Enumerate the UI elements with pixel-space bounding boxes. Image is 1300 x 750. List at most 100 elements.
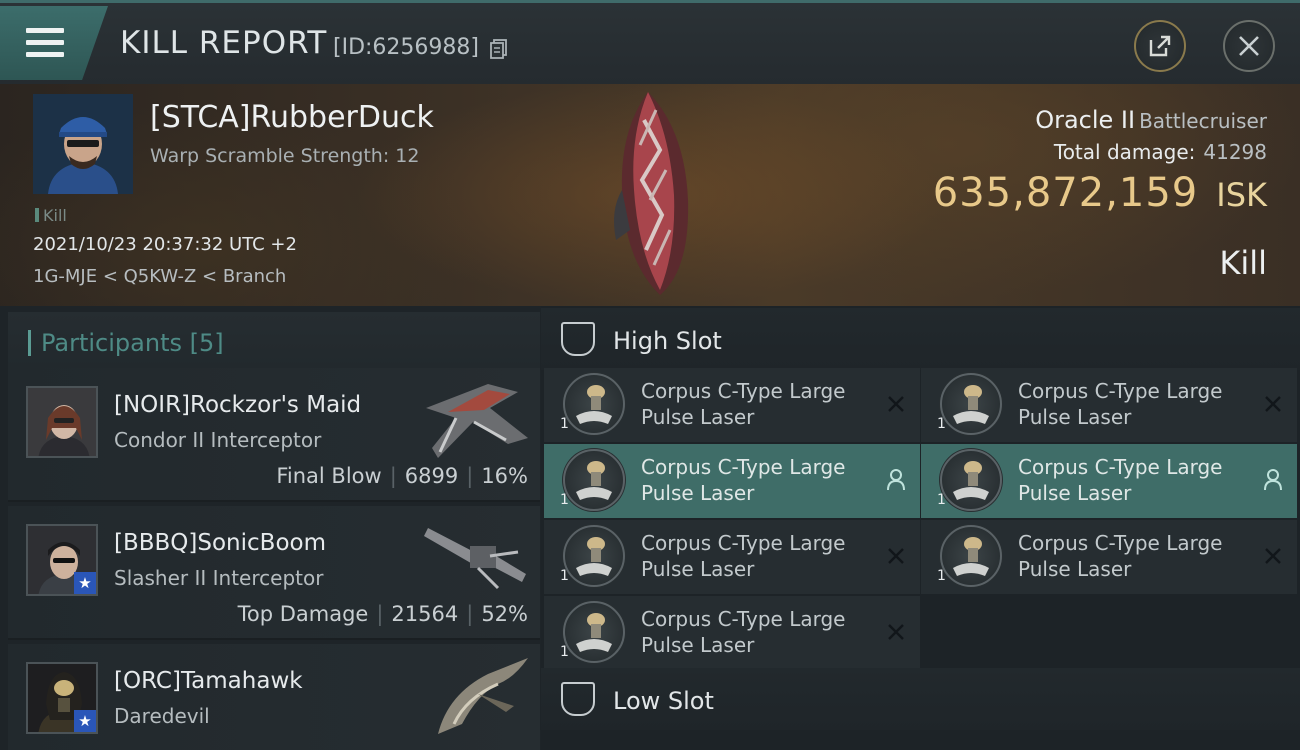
- module-quantity: 1: [560, 492, 569, 508]
- report-id: [ID:6256988]: [333, 35, 479, 60]
- kill-datetime: 2021/10/23 20:37:32 UTC +2: [33, 234, 297, 255]
- victim-ship-line: Oracle II Battlecruiser: [1035, 106, 1267, 134]
- participant-ship: Slasher II Interceptor: [114, 566, 324, 590]
- destroyed-x-icon: [1261, 544, 1285, 568]
- participant-percent: 52%: [481, 602, 528, 626]
- participants-header: Participants [5]: [8, 312, 540, 368]
- victim-name[interactable]: [STCA]RubberDuck: [150, 100, 434, 135]
- menu-button[interactable]: [0, 6, 108, 80]
- participant-name[interactable]: [BBBQ]SonicBoom: [114, 530, 326, 556]
- participant-stats: Final Blow | 6899 | 16%: [276, 464, 528, 488]
- dropped-person-icon: [884, 468, 908, 492]
- total-damage-value: 41298: [1203, 140, 1267, 164]
- module-quantity: 1: [560, 416, 569, 432]
- star-badge-icon: ★: [74, 572, 96, 594]
- isk-value: 635,872,159: [932, 170, 1199, 216]
- module-name: Corpus C-Type Large Pulse Laser: [641, 606, 871, 658]
- close-button[interactable]: [1223, 20, 1275, 72]
- pulse-laser-icon: [562, 372, 626, 436]
- participant-row[interactable]: ★ [BBBQ]SonicBoom Slasher II Interceptor…: [8, 506, 540, 640]
- participant-ship: Daredevil: [114, 704, 210, 728]
- module-name: Corpus C-Type Large Pulse Laser: [641, 378, 871, 430]
- module-name-line1: Corpus C-Type Large: [1018, 379, 1223, 403]
- module-name-line1: Corpus C-Type Large: [1018, 455, 1223, 479]
- participant-ship-image: [438, 658, 528, 734]
- module-name: Corpus C-Type Large Pulse Laser: [641, 530, 871, 582]
- module-name-line1: Corpus C-Type Large: [641, 379, 846, 403]
- low-slot-label: Low Slot: [613, 687, 714, 715]
- low-slot-header: Low Slot: [541, 668, 1300, 730]
- participant-percent: 16%: [481, 464, 528, 488]
- victim-banner: [STCA]RubberDuck Warp Scramble Strength:…: [0, 84, 1300, 306]
- share-button[interactable]: [1134, 20, 1186, 72]
- participants-header-accent: [28, 330, 31, 356]
- share-icon: [1149, 35, 1171, 57]
- victim-ship-name[interactable]: Oracle II: [1035, 106, 1135, 134]
- kill-location[interactable]: 1G-MJE < Q5KW-Z < Branch: [33, 266, 286, 287]
- participant-avatar[interactable]: ★: [26, 524, 98, 596]
- participant-name[interactable]: [NOIR]Rockzor's Maid: [114, 392, 361, 418]
- header-bar: KILL REPORT [ID:6256988]: [0, 0, 1300, 84]
- pulse-laser-icon: [562, 448, 626, 512]
- participant-damage: 6899: [404, 464, 459, 488]
- module-tile[interactable]: 1 Corpus C-Type Large Pulse Laser: [544, 596, 920, 670]
- module-tile[interactable]: 1 Corpus C-Type Large Pulse Laser: [921, 520, 1297, 594]
- participants-count: [5]: [189, 329, 224, 357]
- module-quantity: 1: [560, 568, 569, 584]
- participant-ship: Condor II Interceptor: [114, 428, 322, 452]
- module-name-line1: Corpus C-Type Large: [641, 607, 846, 631]
- star-badge-icon: ★: [74, 710, 96, 732]
- low-slot-icon: [561, 682, 595, 716]
- victim-ship-image: [614, 92, 689, 295]
- high-slot-label: High Slot: [613, 327, 722, 355]
- module-tile[interactable]: 1 Corpus C-Type Large Pulse Laser: [921, 368, 1297, 442]
- participant-name[interactable]: [ORC]Tamahawk: [114, 668, 303, 694]
- module-tile[interactable]: 1 Corpus C-Type Large Pulse Laser: [544, 368, 920, 442]
- pulse-laser-icon: [939, 372, 1003, 436]
- kill-type-tag: Kill: [35, 206, 67, 225]
- module-name: Corpus C-Type Large Pulse Laser: [1018, 530, 1248, 582]
- total-damage: Total damage: 41298: [1054, 140, 1267, 164]
- destroyed-x-icon: [884, 620, 908, 644]
- module-quantity: 1: [937, 416, 946, 432]
- participant-avatar[interactable]: [26, 386, 98, 458]
- module-name-line1: Corpus C-Type Large: [1018, 531, 1223, 555]
- dropped-person-icon: [1261, 468, 1285, 492]
- module-name: Corpus C-Type Large Pulse Laser: [1018, 378, 1248, 430]
- participants-title-label: Participants: [41, 329, 182, 357]
- isk-value-line: 635,872,159 ISK: [933, 170, 1267, 216]
- module-name: Corpus C-Type Large Pulse Laser: [1018, 454, 1248, 506]
- module-quantity: 1: [560, 644, 569, 660]
- fitting-panel: High Slot 1 Corpus C-Type Large Pulse Lase…: [541, 306, 1300, 750]
- module-tile[interactable]: 1 Corpus C-Type Large Pulse Laser: [544, 520, 920, 594]
- module-name-line1: Corpus C-Type Large: [641, 531, 846, 555]
- copy-icon[interactable]: [490, 39, 508, 59]
- kill-type-label: Kill: [43, 206, 67, 225]
- isk-unit: ISK: [1216, 176, 1267, 214]
- destroyed-x-icon: [884, 544, 908, 568]
- participant-row[interactable]: ★ [ORC]Tamahawk Daredevil: [8, 644, 540, 750]
- close-icon: [1239, 36, 1259, 56]
- pulse-laser-icon: [562, 600, 626, 664]
- participant-stats: Top Damage | 21564 | 52%: [237, 602, 528, 626]
- module-name-line2: Pulse Laser: [1018, 405, 1132, 429]
- module-tile[interactable]: 1 Corpus C-Type Large Pulse Laser: [921, 444, 1297, 518]
- module-name-line2: Pulse Laser: [641, 557, 755, 581]
- warp-scramble-strength: Warp Scramble Strength: 12: [150, 145, 420, 167]
- victim-portrait[interactable]: [33, 94, 133, 194]
- destroyed-x-icon: [1261, 392, 1285, 416]
- pulse-laser-icon: [562, 524, 626, 588]
- high-slot-icon: [561, 322, 595, 356]
- participant-avatar[interactable]: ★: [26, 662, 98, 734]
- module-name-line2: Pulse Laser: [641, 481, 755, 505]
- participant-ship-image: [424, 528, 526, 590]
- participants-title: Participants [5]: [41, 329, 224, 357]
- module-tile[interactable]: 1 Corpus C-Type Large Pulse Laser: [544, 444, 920, 518]
- module-name-line2: Pulse Laser: [641, 633, 755, 657]
- menu-icon: [26, 28, 64, 64]
- page-title: KILL REPORT: [120, 25, 328, 61]
- module-quantity: 1: [937, 492, 946, 508]
- victim-ship-class: Battlecruiser: [1139, 109, 1267, 133]
- pulse-laser-icon: [939, 524, 1003, 588]
- participant-row[interactable]: [NOIR]Rockzor's Maid Condor II Intercept…: [8, 368, 540, 502]
